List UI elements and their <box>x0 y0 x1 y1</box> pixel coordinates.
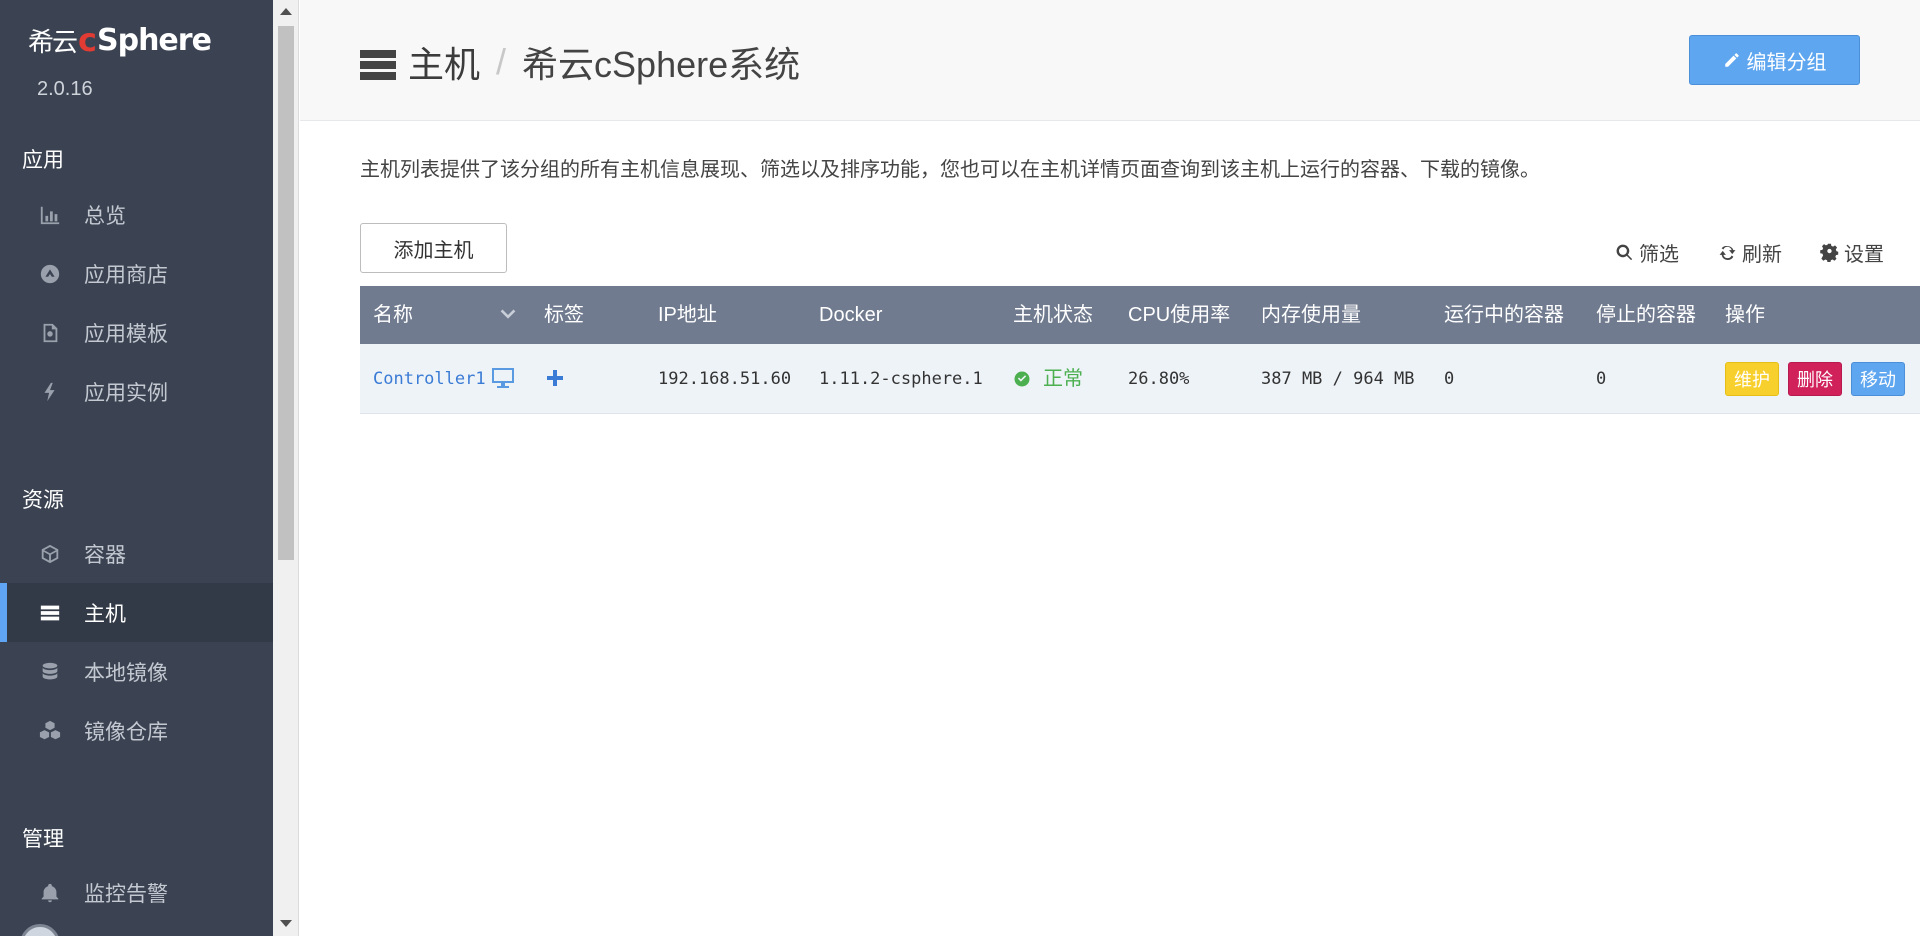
breadcrumb-separator: / <box>496 41 507 82</box>
settings-button[interactable]: 设置 <box>1820 238 1884 267</box>
move-button[interactable]: 移动 <box>1851 362 1905 396</box>
scroll-down-arrow-icon[interactable] <box>280 920 292 927</box>
host-stopped-containers: 0 <box>1596 369 1607 389</box>
delete-button[interactable]: 删除 <box>1788 362 1842 396</box>
sidebar-item-label: 应用商店 <box>84 263 168 287</box>
host-running-containers: 0 <box>1444 369 1455 389</box>
brand-name-cn: 希云 <box>28 27 78 58</box>
sidebar-item-label: 总览 <box>84 204 126 228</box>
cube-icon <box>38 542 62 566</box>
sidebar-item-containers[interactable]: 容器 <box>0 524 273 583</box>
host-memory: 387 MB / 964 MB <box>1261 369 1415 389</box>
sidebar-item-label: 镜像仓库 <box>84 720 168 744</box>
add-tag-icon[interactable] <box>545 368 565 388</box>
column-header-ip: IP地址 <box>658 304 717 326</box>
section-title-management: 管理 <box>22 828 64 851</box>
database-icon <box>38 660 62 684</box>
sidebar-item-hosts[interactable]: 主机 <box>0 583 273 642</box>
main-content: 主机 / 希云cSphere系统 编辑分组 主机列表提供了该分组的所有主机信息展… <box>300 0 1920 936</box>
sidebar-item-label: 应用模板 <box>84 322 168 346</box>
column-header-status: 主机状态 <box>1013 304 1093 326</box>
refresh-icon <box>1719 246 1736 260</box>
refresh-button[interactable]: 刷新 <box>1718 238 1782 267</box>
host-status: 正常 <box>1013 344 1083 414</box>
column-header-cpu: CPU使用率 <box>1128 304 1231 326</box>
brand-logo[interactable]: 希云 c Sphere <box>28 20 212 60</box>
refresh-label: 刷新 <box>1742 244 1782 266</box>
brand-name-c: c <box>78 21 97 59</box>
column-header-actions: 操作 <box>1725 304 1765 326</box>
host-cpu: 26.80% <box>1128 369 1190 389</box>
bolt-icon <box>38 380 62 404</box>
hosts-table: 名称 标签 IP地址 Docker 主机状态 CPU使用率 内存使用量 运行中的… <box>360 286 1920 414</box>
scroll-up-arrow-icon[interactable] <box>280 8 292 15</box>
sidebar-item-label: 主机 <box>84 602 126 626</box>
status-label: 正常 <box>1043 368 1083 390</box>
column-header-stopped: 停止的容器 <box>1596 304 1696 326</box>
host-docker-version: 1.11.2-csphere.1 <box>819 369 983 389</box>
sidebar-item-label: 容器 <box>84 543 126 567</box>
host-name-link[interactable]: Controller1 <box>373 344 486 414</box>
settings-label: 设置 <box>1844 244 1884 266</box>
table-row: Controller1 192.168.51.60 1.11.2-csphere… <box>360 344 1920 414</box>
sidebar-item-label: 应用实例 <box>84 381 168 405</box>
monitor-icon <box>491 367 515 389</box>
cubes-icon <box>38 719 62 743</box>
sidebar-item-local-images[interactable]: 本地镜像 <box>0 642 273 701</box>
table-header: 名称 标签 IP地址 Docker 主机状态 CPU使用率 内存使用量 运行中的… <box>360 286 1920 344</box>
host-ip: 192.168.51.60 <box>658 369 792 389</box>
column-header-running: 运行中的容器 <box>1444 304 1564 326</box>
column-header-name[interactable]: 名称 <box>373 286 413 344</box>
sidebar-scrollbar[interactable] <box>273 0 299 936</box>
search-icon <box>1616 244 1633 261</box>
page-title: 主机 / 希云cSphere系统 <box>360 36 800 88</box>
sidebar-item-app-templates[interactable]: 应用模板 <box>0 303 273 362</box>
sidebar: 希云 c Sphere 2.0.16 应用 总览 应用商店 应用模板 应用实例 … <box>0 0 273 936</box>
sidebar-item-label: 本地镜像 <box>84 661 168 685</box>
brand-name-rest: Sphere <box>96 22 212 58</box>
filter-button[interactable]: 筛选 <box>1615 238 1679 267</box>
breadcrumb-current: 主机 <box>408 44 481 85</box>
edit-group-label: 编辑分组 <box>1746 51 1827 74</box>
add-host-button[interactable]: 添加主机 <box>360 223 507 273</box>
pencil-icon <box>1724 53 1739 67</box>
chevron-down-icon[interactable] <box>497 304 519 326</box>
section-title-apps: 应用 <box>22 149 64 172</box>
sidebar-item-overview[interactable]: 总览 <box>0 185 273 244</box>
sidebar-item-monitoring-alerts[interactable]: 监控告警 <box>0 863 273 922</box>
bell-icon <box>38 881 62 905</box>
bar-chart-icon <box>38 203 62 227</box>
column-header-tags: 标签 <box>544 304 584 326</box>
edit-group-button[interactable]: 编辑分组 <box>1689 35 1860 85</box>
sidebar-item-app-instances[interactable]: 应用实例 <box>0 362 273 421</box>
version-label: 2.0.16 <box>37 78 93 100</box>
template-icon <box>38 321 62 345</box>
avatar[interactable] <box>20 924 60 936</box>
check-circle-icon <box>1014 371 1030 387</box>
sidebar-item-app-store[interactable]: 应用商店 <box>0 244 273 303</box>
server-icon <box>360 47 396 80</box>
page-description: 主机列表提供了该分组的所有主机信息展现、筛选以及排序功能，您也可以在主机详情页面… <box>360 159 1540 181</box>
sidebar-item-image-registry[interactable]: 镜像仓库 <box>0 701 273 760</box>
maintain-button[interactable]: 维护 <box>1725 362 1779 396</box>
store-icon <box>38 262 62 286</box>
scroll-thumb[interactable] <box>278 26 294 560</box>
filter-label: 筛选 <box>1639 244 1679 266</box>
section-title-resources: 资源 <box>22 489 64 512</box>
sidebar-item-label: 监控告警 <box>84 882 168 906</box>
gear-icon <box>1820 243 1839 262</box>
server-icon <box>38 601 62 625</box>
page-header: 主机 / 希云cSphere系统 编辑分组 <box>300 0 1920 121</box>
column-header-docker: Docker <box>819 304 883 326</box>
breadcrumb-group: 希云cSphere系统 <box>522 44 801 85</box>
column-header-memory: 内存使用量 <box>1261 304 1361 326</box>
